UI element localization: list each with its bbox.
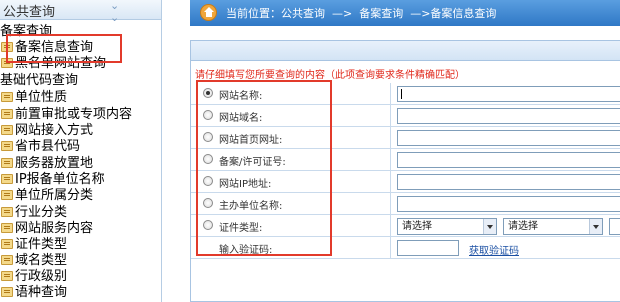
get-captcha-link[interactable]: 获取验证码 (469, 242, 519, 257)
sidebar-item[interactable]: 网站服务内容 (0, 221, 93, 236)
folder-page-icon (1, 271, 13, 281)
sidebar-item-label: 基础代码查询 (0, 73, 79, 88)
sidebar-item[interactable]: 行业分类 (0, 205, 67, 220)
sidebar-item-label: 行政级别 (15, 269, 68, 284)
sidebar-item-label: 前置审批或专项内容 (15, 107, 133, 122)
sidebar-item[interactable]: 单位性质 (0, 90, 67, 105)
folder-page-icon (1, 141, 13, 151)
sidebar-header[interactable]: 公共查询 ⌄ ⌄ (0, 0, 161, 24)
double-chevron-down-icon[interactable]: ⌄ ⌄ (110, 0, 119, 24)
sidebar-header-title: 公共查询 (3, 5, 56, 20)
sidebar-item[interactable]: 前置审批或专项内容 (0, 107, 132, 122)
sidebar-item[interactable]: 网站接入方式 (0, 123, 93, 138)
home-icon[interactable] (200, 4, 217, 21)
sidebar-item[interactable]: 域名类型 (0, 253, 67, 268)
folder-page-icon (1, 158, 13, 168)
sidebar-item-label: 网站服务内容 (15, 221, 94, 236)
captcha-input[interactable] (397, 240, 459, 256)
folder-page-icon (1, 125, 13, 135)
active-item-highlight (6, 34, 122, 63)
sidebar-item[interactable]: 省市县代码 (0, 139, 80, 154)
certificate-type-select[interactable]: 请选择 (503, 218, 603, 235)
panel-header-strip (191, 41, 620, 61)
sidebar-item[interactable]: 证件类型 (0, 237, 67, 252)
notice-text: 请仔细填写您所要查询的内容（此项查询要求条件精确匹配） (195, 70, 465, 81)
chevron-down-icon[interactable] (483, 219, 496, 234)
select-value: 请选择 (508, 221, 538, 232)
query-text-input[interactable] (397, 86, 620, 102)
query-text-input[interactable] (397, 196, 620, 212)
folder-page-icon (1, 223, 13, 233)
sidebar-item[interactable]: 服务器放置地 (0, 156, 93, 171)
breadcrumb: 当前位置：公共查询 —> 备案查询 —>备案信息查询 (190, 0, 620, 26)
chevron-down-icon[interactable] (589, 219, 602, 234)
query-text-input[interactable] (397, 174, 620, 190)
sidebar-item-label: 服务器放置地 (15, 156, 94, 171)
certificate-type-select[interactable]: 请选择 (397, 218, 497, 235)
folder-page-icon (1, 239, 13, 249)
sidebar-item-label: 域名类型 (15, 253, 68, 268)
sidebar-item[interactable]: 单位所属分类 (0, 188, 93, 203)
breadcrumb-text: 当前位置：公共查询 —> 备案查询 —>备案信息查询 (226, 7, 497, 20)
folder-page-icon (1, 207, 13, 217)
folder-page-icon (1, 109, 13, 119)
folder-page-icon (1, 255, 13, 265)
folder-page-icon (1, 174, 13, 184)
certificate-type-select[interactable] (609, 218, 620, 235)
folder-page-icon (1, 190, 13, 200)
form-options-highlight (196, 80, 332, 256)
select-value: 请选择 (402, 221, 432, 232)
sidebar-item-label: 单位所属分类 (15, 188, 94, 203)
sidebar: 公共查询 ⌄ ⌄ 备案查询 备案信息查询 黑名单网站查询 基础代码查询 单位性质 前置审批或… (0, 0, 162, 302)
sidebar-item[interactable]: 语种查询 (0, 285, 67, 300)
sidebar-item[interactable]: IP报备单位名称 (0, 172, 105, 187)
sidebar-item-label: 语种查询 (15, 285, 68, 300)
sidebar-item-label: IP报备单位名称 (15, 172, 105, 187)
sidebar-item-label: 省市县代码 (15, 139, 81, 154)
sidebar-item-label: 单位性质 (15, 90, 68, 105)
query-text-input[interactable] (397, 130, 620, 146)
sidebar-item-label: 证件类型 (15, 237, 68, 252)
sidebar-item-label: 网站接入方式 (15, 123, 94, 138)
folder-page-icon (1, 287, 13, 297)
sidebar-category[interactable]: 基础代码查询 (0, 73, 78, 88)
sidebar-item-label: 行业分类 (15, 205, 68, 220)
sidebar-item[interactable]: 行政级别 (0, 269, 67, 284)
folder-page-icon (1, 92, 13, 102)
query-text-input[interactable] (397, 152, 620, 168)
query-text-input[interactable] (397, 108, 620, 124)
